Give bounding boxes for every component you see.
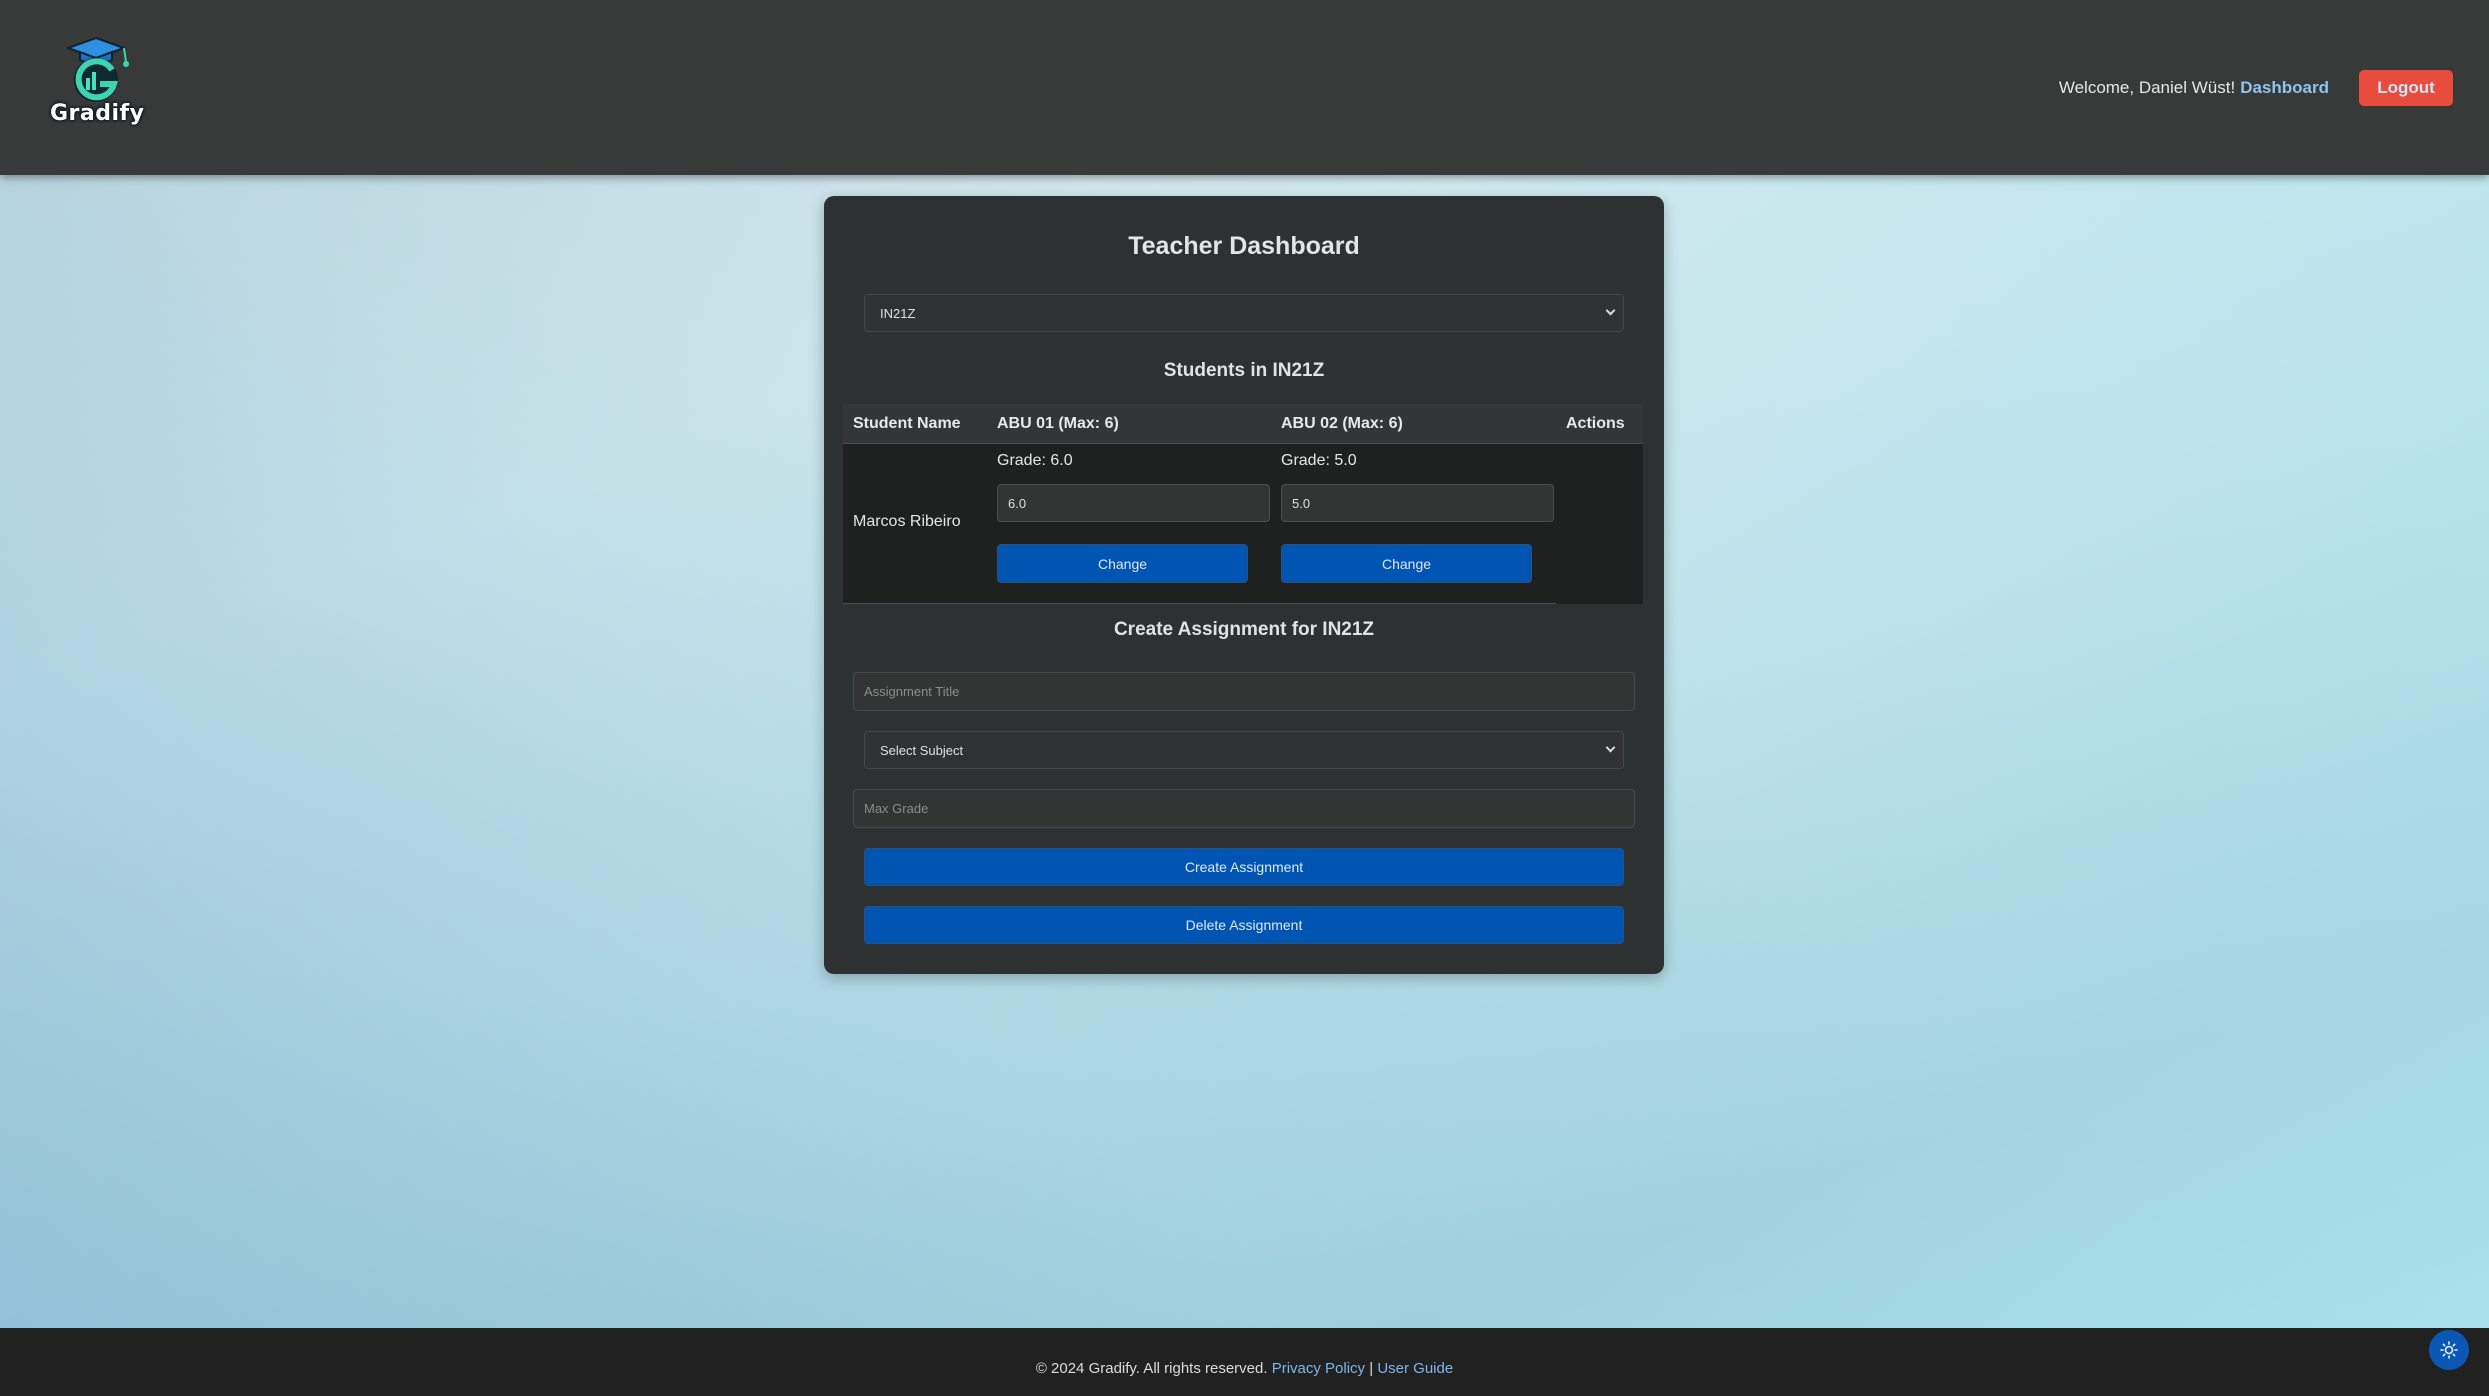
row-divider bbox=[843, 603, 1556, 604]
subject-select[interactable]: Select Subject bbox=[864, 731, 1624, 769]
chevron-down-icon bbox=[1607, 746, 1615, 754]
user-guide-link[interactable]: User Guide bbox=[1377, 1360, 1453, 1377]
top-navbar: Gradify Welcome, Daniel Wüst! Dashboard … bbox=[0, 0, 2489, 175]
theme-toggle-button[interactable] bbox=[2429, 1330, 2469, 1370]
grades-table: Student Name ABU 01 (Max: 6) ABU 02 (Max… bbox=[843, 404, 1643, 604]
create-assignment-button[interactable]: Create Assignment bbox=[864, 848, 1624, 886]
assignment-title-input[interactable] bbox=[853, 672, 1635, 711]
footer-text: © 2024 Gradify. All rights reserved. Pri… bbox=[0, 1360, 2489, 1377]
column-header-actions: Actions bbox=[1566, 415, 1625, 432]
grade-label: Grade: 5.0 bbox=[1281, 452, 1357, 469]
student-name: Marcos Ribeiro bbox=[853, 513, 961, 530]
change-grade-button-abu-02[interactable]: Change bbox=[1281, 544, 1532, 583]
table-row: Marcos Ribeiro Grade: 6.0 Change Grade: … bbox=[843, 444, 1643, 604]
logo-text: Gradify bbox=[50, 101, 145, 126]
class-select[interactable]: IN21Z bbox=[864, 294, 1624, 332]
grade-cell-abu-01: Grade: 6.0 Change bbox=[997, 444, 1272, 604]
grade-input-abu-02[interactable] bbox=[1281, 484, 1554, 522]
subject-select-value: Select Subject bbox=[880, 742, 964, 758]
chevron-down-icon bbox=[1607, 309, 1615, 317]
column-header-abu-02: ABU 02 (Max: 6) bbox=[1281, 415, 1403, 432]
grade-label: Grade: 6.0 bbox=[997, 452, 1073, 469]
table-header-row: Student Name ABU 01 (Max: 6) ABU 02 (Max… bbox=[843, 404, 1643, 444]
teacher-dashboard-card: Teacher Dashboard IN21Z Students in IN21… bbox=[824, 196, 1664, 974]
copyright-text: © 2024 Gradify. All rights reserved. bbox=[1035, 1360, 1268, 1377]
graduation-cap-chart-icon bbox=[65, 36, 129, 102]
column-header-student-name: Student Name bbox=[853, 415, 961, 432]
gradify-logo[interactable]: Gradify bbox=[50, 34, 145, 134]
welcome-text: Welcome, Daniel Wüst! bbox=[2058, 78, 2236, 97]
max-grade-input[interactable] bbox=[853, 789, 1635, 828]
footer-separator: | bbox=[1369, 1360, 1374, 1377]
page-title: Teacher Dashboard bbox=[1128, 232, 1360, 260]
grade-input-abu-01[interactable] bbox=[997, 484, 1270, 522]
dashboard-link[interactable]: Dashboard bbox=[2240, 78, 2329, 98]
column-header-abu-01: ABU 01 (Max: 6) bbox=[997, 415, 1119, 432]
class-select-value: IN21Z bbox=[880, 305, 916, 321]
privacy-policy-link[interactable]: Privacy Policy bbox=[1272, 1360, 1365, 1377]
students-section-title: Students in IN21Z bbox=[1163, 360, 1325, 381]
footer: © 2024 Gradify. All rights reserved. Pri… bbox=[0, 1328, 2489, 1396]
change-grade-button-abu-01[interactable]: Change bbox=[997, 544, 1248, 583]
header-user-area: Welcome, Daniel Wüst! Dashboard Logout bbox=[2059, 70, 2453, 106]
sun-icon bbox=[2440, 1341, 2458, 1359]
logout-button[interactable]: Logout bbox=[2359, 70, 2453, 106]
create-assignment-title: Create Assignment for IN21Z bbox=[1113, 619, 1375, 640]
grade-cell-abu-02: Grade: 5.0 Change bbox=[1281, 444, 1556, 604]
delete-assignment-button[interactable]: Delete Assignment bbox=[864, 906, 1624, 944]
